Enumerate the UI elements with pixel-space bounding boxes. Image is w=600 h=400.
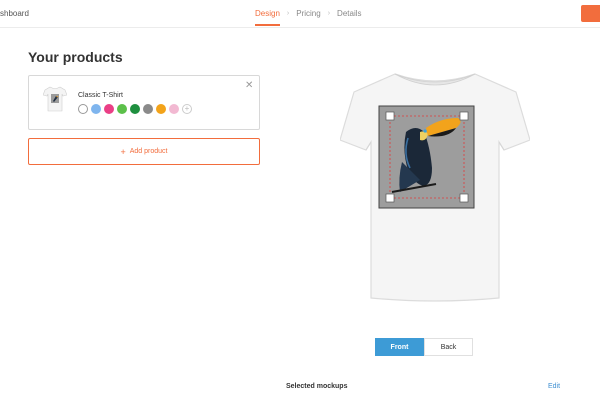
breadcrumb-dashboard[interactable]: shboard bbox=[0, 9, 29, 18]
front-view-button[interactable]: Front bbox=[375, 338, 424, 356]
chevron-right-icon: › bbox=[286, 10, 290, 17]
top-bar: shboard Design › Pricing › Details bbox=[0, 0, 600, 28]
color-swatch[interactable] bbox=[91, 104, 101, 114]
next-step-button[interactable] bbox=[581, 5, 600, 22]
edit-mockups-link[interactable]: Edit bbox=[548, 383, 560, 390]
color-swatch[interactable] bbox=[130, 104, 140, 114]
view-toggle: Front Back bbox=[375, 338, 473, 356]
add-product-label: Add product bbox=[129, 148, 168, 155]
tshirt-mockup-preview bbox=[340, 73, 530, 302]
chevron-right-icon: › bbox=[327, 10, 331, 17]
color-swatch[interactable] bbox=[143, 104, 153, 114]
step-navigation: Design › Pricing › Details bbox=[255, 9, 362, 26]
step-details[interactable]: Details bbox=[337, 9, 361, 18]
color-swatch[interactable] bbox=[117, 104, 127, 114]
color-swatches: + bbox=[78, 104, 192, 114]
product-name: Classic T-Shirt bbox=[78, 92, 123, 99]
step-pricing[interactable]: Pricing bbox=[296, 9, 320, 18]
back-view-button[interactable]: Back bbox=[424, 338, 473, 356]
step-design[interactable]: Design bbox=[255, 9, 280, 26]
plus-circle-icon[interactable]: + bbox=[182, 104, 192, 114]
page-title: Your products bbox=[28, 49, 123, 65]
color-swatch[interactable] bbox=[156, 104, 166, 114]
tshirt-thumbnail bbox=[43, 86, 67, 112]
color-swatch[interactable] bbox=[104, 104, 114, 114]
product-card[interactable]: Classic T-Shirt + ✕ bbox=[28, 75, 260, 130]
color-swatch[interactable] bbox=[169, 104, 179, 114]
close-icon[interactable]: ✕ bbox=[245, 80, 253, 91]
plus-icon: + bbox=[120, 146, 126, 157]
color-swatch[interactable] bbox=[78, 104, 88, 114]
add-product-button[interactable]: + Add product bbox=[28, 138, 260, 165]
selected-mockups-heading: Selected mockups bbox=[286, 383, 348, 390]
